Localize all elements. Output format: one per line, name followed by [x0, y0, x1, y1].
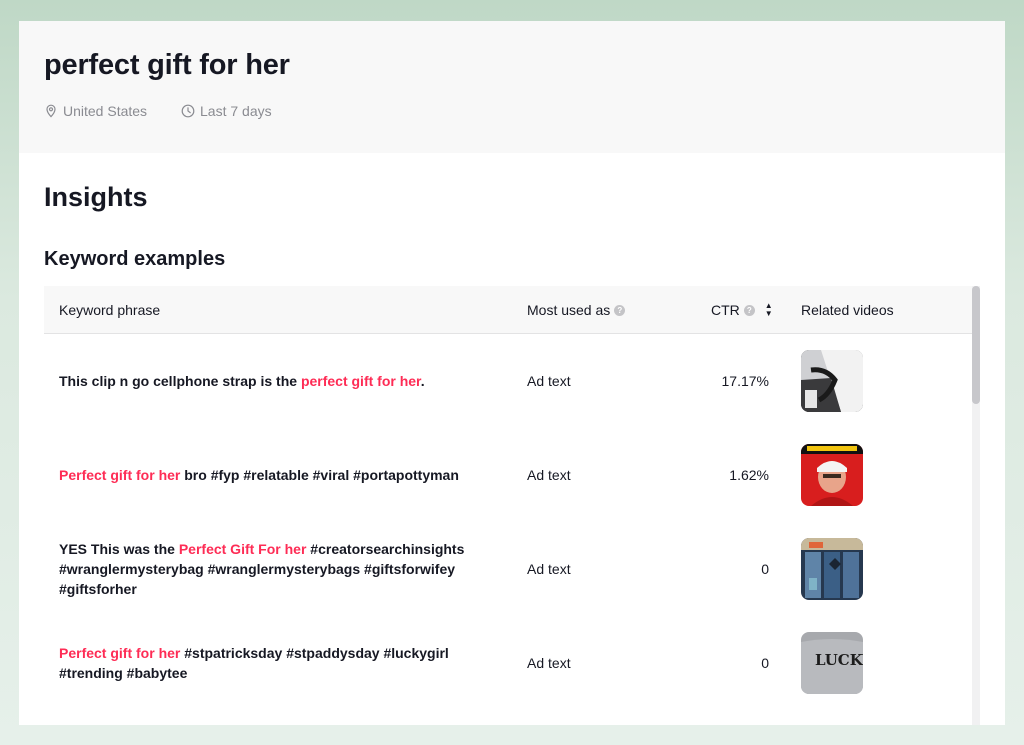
table-body: This clip n go cellphone strap is the pe…: [44, 334, 974, 710]
keyword-text: .: [420, 373, 425, 389]
most-used-cell: Ad text: [527, 655, 571, 671]
scrollbar-thumb[interactable]: [972, 286, 980, 404]
column-header-related-videos: Related videos: [801, 302, 894, 318]
keyword-highlight: Perfect gift for her: [59, 645, 181, 661]
column-header-most-used: Most used as ?: [527, 302, 626, 318]
page-title: perfect gift for her: [44, 49, 290, 81]
clock-icon: [181, 104, 195, 118]
keyword-text: This clip n go cellphone strap is the: [59, 373, 301, 389]
info-icon[interactable]: ?: [743, 304, 755, 316]
column-label: CTR: [711, 302, 740, 318]
location-filter[interactable]: United States: [44, 103, 147, 119]
time-range-filter[interactable]: Last 7 days: [181, 103, 272, 119]
keyword-text: YES This was the: [59, 541, 179, 557]
lucky-tee-print: LUCKY: [815, 651, 863, 669]
location-label: United States: [63, 103, 148, 119]
table-row: YES This was the Perfect Gift For her #c…: [44, 522, 974, 616]
keyword-phrase-cell: Perfect gift for her bro #fyp #relatable…: [59, 465, 479, 485]
column-label: Most used as: [527, 302, 611, 318]
strap-video-thumbnail[interactable]: [801, 350, 863, 412]
jeans-video-thumbnail[interactable]: [801, 538, 863, 600]
most-used-cell: Ad text: [527, 467, 571, 483]
keyword-highlight: perfect gift for her: [300, 373, 421, 389]
keyword-insights-panel: perfect gift for her United States Last …: [19, 21, 1005, 725]
table-header: Keyword phrase Most used as ? CTR ? ▲ ▼ R…: [44, 286, 974, 334]
column-label: Related videos: [801, 302, 894, 318]
table-scrollbar[interactable]: [972, 286, 980, 725]
table-row: Perfect gift for her bro #fyp #relatable…: [44, 428, 974, 522]
column-header-ctr[interactable]: CTR ? ▲ ▼: [711, 302, 773, 319]
table-row: This clip n go cellphone strap is the pe…: [44, 334, 974, 428]
lucky-tee-video-thumbnail[interactable]: LUCKY: [801, 632, 863, 694]
column-label: Keyword phrase: [59, 302, 161, 318]
man-red-hat-video-thumbnail[interactable]: [801, 444, 863, 506]
ctr-cell: 0: [761, 561, 769, 577]
keyword-examples-title: Keyword examples: [44, 248, 226, 270]
keyword-phrase-cell: This clip n go cellphone strap is the pe…: [59, 371, 479, 391]
info-icon[interactable]: ?: [614, 304, 626, 316]
keyword-phrase-cell: YES This was the Perfect Gift For her #c…: [59, 539, 479, 599]
most-used-cell: Ad text: [527, 561, 571, 577]
keyword-header: perfect gift for her United States Last …: [19, 21, 1005, 153]
keyword-text: bro #fyp #relatable #viral #portapottyma…: [180, 467, 459, 483]
sort-icon[interactable]: ▲ ▼: [765, 302, 773, 318]
time-range-label: Last 7 days: [200, 103, 272, 119]
location-pin-icon: [46, 104, 56, 118]
keyword-examples-table: Keyword phrase Most used as ? CTR ? ▲ ▼ R…: [44, 286, 974, 710]
most-used-cell: Ad text: [527, 373, 571, 389]
keyword-highlight: Perfect Gift For her: [178, 541, 307, 557]
keyword-phrase-cell: Perfect gift for her #stpatricksday #stp…: [59, 643, 479, 683]
ctr-cell: 1.62%: [729, 467, 769, 483]
ctr-cell: 17.17%: [721, 373, 769, 389]
insights-title: Insights: [44, 182, 148, 212]
column-header-keyword-phrase: Keyword phrase: [59, 302, 160, 318]
table-row: Perfect gift for her #stpatricksday #stp…: [44, 616, 974, 710]
keyword-highlight: Perfect gift for her: [59, 467, 181, 483]
ctr-cell: 0: [761, 655, 769, 671]
